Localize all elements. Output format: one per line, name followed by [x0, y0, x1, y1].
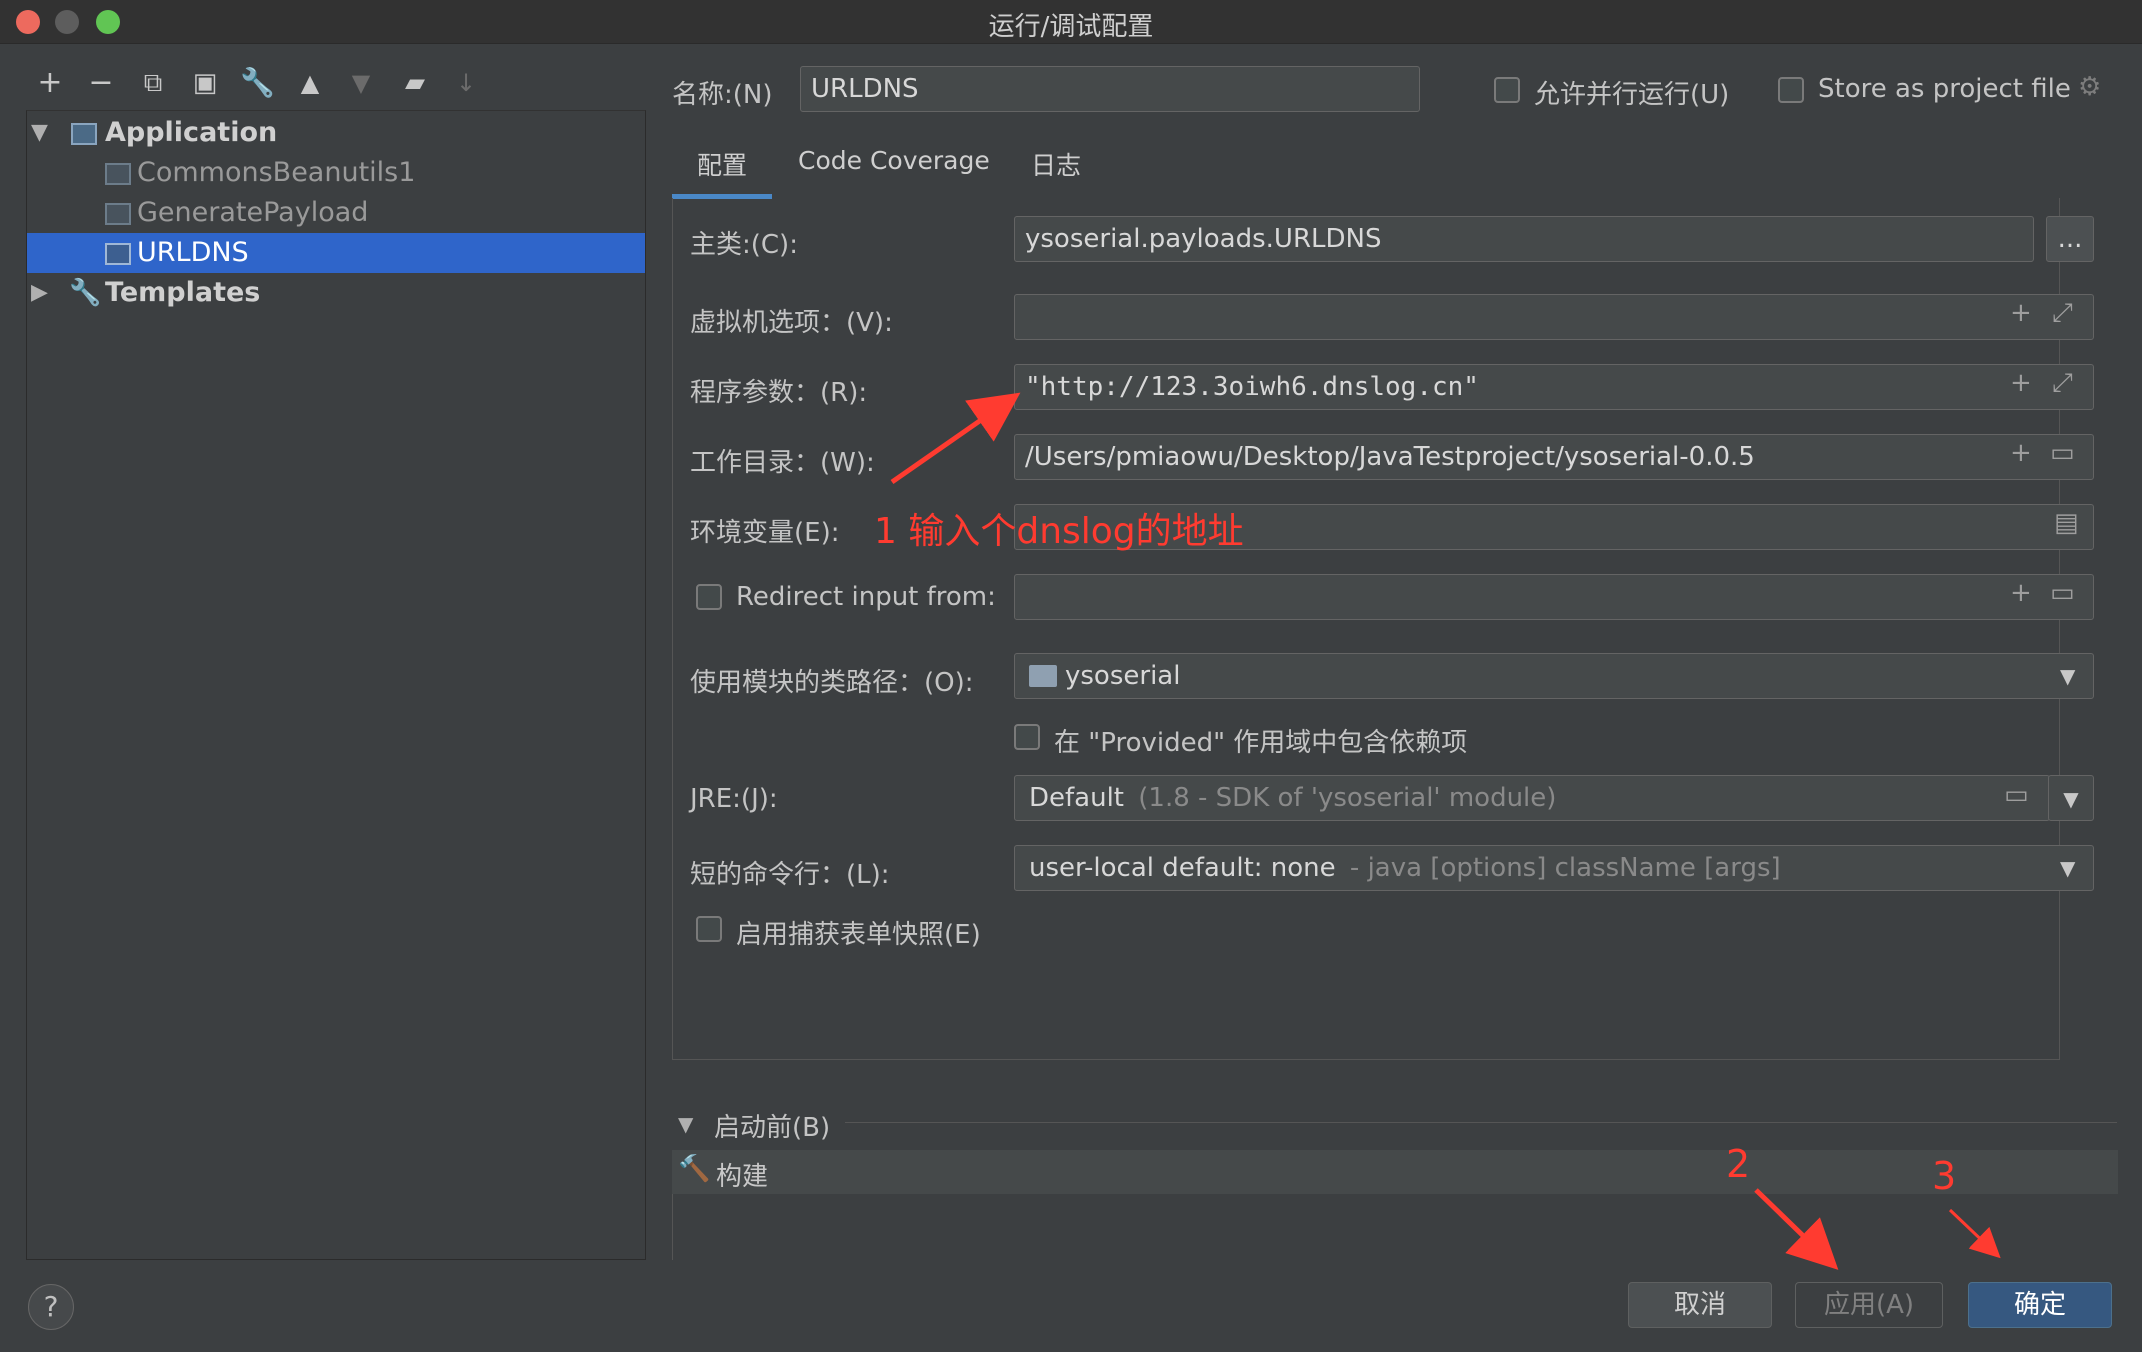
ok-button[interactable]: 确定 — [1968, 1282, 2112, 1328]
annotation-step2: 2 — [1726, 1142, 1751, 1186]
application-icon — [71, 123, 97, 145]
store-project-file-checkbox[interactable] — [1778, 77, 1804, 103]
parallel-run-label: 允许并行运行(U) — [1534, 80, 1730, 110]
vm-options-input[interactable] — [1014, 294, 2094, 340]
module-classpath-select[interactable]: ysoserial — [1014, 653, 2094, 699]
browse-main-class-button[interactable]: ... — [2046, 216, 2094, 262]
help-button[interactable]: ? — [28, 1284, 74, 1330]
add-icon[interactable]: + — [2010, 578, 2032, 608]
before-launch-item-build[interactable]: 🔨 构建 — [672, 1150, 2118, 1194]
wrench-icon: 🔧 — [69, 278, 102, 308]
expand-icon[interactable]: ⤢ — [2052, 298, 2073, 329]
working-dir-label: 工作目录：(W): — [690, 448, 875, 478]
add-icon[interactable]: + — [2010, 298, 2032, 328]
main-class-input[interactable]: ysoserial.payloads.URLDNS — [1014, 216, 2034, 262]
expand-icon[interactable]: ⤢ — [2052, 368, 2073, 399]
jre-dropdown-button[interactable]: ▼ — [2048, 775, 2094, 821]
program-args-input[interactable]: "http://123.3oiwh6.dnslog.cn" — [1014, 364, 2094, 410]
gear-icon[interactable]: ⚙ — [2078, 72, 2101, 102]
working-dir-input[interactable]: /Users/pmiaowu/Desktop/JavaTestproject/y… — [1014, 434, 2094, 480]
jre-hint: (1.8 - SDK of 'ysoserial' module) — [1138, 783, 1557, 813]
window-title: 运行/调试配置 — [988, 12, 1154, 42]
config-icon — [105, 243, 131, 265]
env-vars-label: 环境变量(E): — [690, 518, 840, 548]
tree-item-templates[interactable]: ▶ 🔧 Templates — [27, 273, 645, 313]
sort-icon[interactable]: ↓ — [449, 66, 483, 100]
module-classpath-value: ysoserial — [1065, 661, 1181, 691]
tree-item-application[interactable]: ▼ Application — [27, 113, 645, 153]
short-cmdline-value: user-local default: none — [1029, 853, 1336, 883]
name-input[interactable]: URLDNS — [800, 66, 1420, 112]
module-folder-icon — [1029, 665, 1057, 687]
tree-item-label: GeneratePayload — [137, 197, 369, 228]
config-icon — [105, 163, 131, 185]
expand-right-icon[interactable]: ▶ — [31, 273, 48, 313]
move-up-icon[interactable]: ▲ — [293, 66, 327, 100]
tree-item-label: Application — [105, 117, 278, 148]
parallel-run-checkbox[interactable] — [1494, 77, 1520, 103]
new-folder-icon[interactable]: ▰ — [398, 66, 432, 100]
redirect-input-label: Redirect input from: — [736, 582, 996, 612]
expand-down-icon[interactable]: ▼ — [31, 113, 48, 153]
move-down-icon[interactable]: ▼ — [344, 66, 378, 100]
wrench-icon[interactable]: 🔧 — [240, 66, 275, 100]
redirect-input-field[interactable] — [1014, 574, 2094, 620]
tree-item-label: URLDNS — [137, 237, 249, 268]
tree-item-label: CommonsBeanutils1 — [137, 157, 416, 188]
include-provided-checkbox[interactable] — [1014, 724, 1040, 750]
hammer-icon: 🔨 — [678, 1154, 711, 1184]
tab-config[interactable]: 配置 — [697, 146, 747, 182]
vm-options-label: 虚拟机选项：(V): — [690, 308, 893, 338]
tree-item-generatepayload[interactable]: GeneratePayload — [27, 193, 645, 233]
title-bar: 运行/调试配置 — [0, 0, 2142, 44]
tab-logs[interactable]: 日志 — [1031, 146, 1081, 182]
chevron-down-icon[interactable]: ▼ — [2060, 856, 2075, 880]
include-provided-label: 在 "Provided" 作用域中包含依赖项 — [1054, 728, 1468, 758]
folder-icon[interactable]: ▭ — [2050, 438, 2075, 468]
copy-icon[interactable]: ⧉ — [136, 66, 170, 100]
jre-input[interactable]: Default (1.8 - SDK of 'ysoserial' module… — [1014, 775, 2050, 821]
add-icon[interactable]: + — [2010, 438, 2032, 468]
name-label: 名称:(N) — [672, 80, 773, 110]
tree-item-commonsbeanutils1[interactable]: CommonsBeanutils1 — [27, 153, 645, 193]
program-args-label: 程序参数：(R): — [690, 378, 868, 408]
config-icon — [105, 203, 131, 225]
capture-snapshot-checkbox[interactable] — [696, 916, 722, 942]
document-icon[interactable]: ▤ — [2054, 508, 2079, 538]
jre-label: JRE:(J): — [690, 784, 778, 814]
capture-snapshot-label: 启用捕获表单快照(E) — [736, 920, 981, 950]
short-cmdline-hint: - java [options] className [args] — [1349, 853, 1781, 883]
redirect-input-checkbox[interactable] — [696, 584, 722, 610]
before-launch-label: 启动前(B) — [714, 1113, 831, 1143]
short-cmdline-label: 短的命令行：(L): — [690, 860, 890, 890]
tab-code-coverage[interactable]: Code Coverage — [798, 146, 990, 175]
before-launch-list — [672, 1194, 2118, 1260]
folder-icon[interactable]: ▭ — [2004, 780, 2029, 810]
module-classpath-label: 使用模块的类路径：(O): — [690, 668, 974, 698]
chevron-down-icon: ▼ — [2063, 787, 2079, 811]
cancel-button[interactable]: 取消 — [1628, 1282, 1772, 1328]
add-icon[interactable]: + — [2010, 368, 2032, 398]
tree-item-label: Templates — [105, 277, 261, 308]
collapse-down-icon[interactable]: ▼ — [678, 1112, 693, 1136]
add-icon[interactable]: + — [33, 66, 67, 100]
annotation-step1: 1 输入个dnslog的地址 — [874, 511, 1244, 552]
jre-value: Default — [1029, 783, 1124, 813]
build-label: 构建 — [716, 1162, 769, 1192]
before-launch-separator — [845, 1122, 2117, 1123]
main-class-label: 主类:(C): — [690, 230, 798, 260]
save-icon[interactable]: ▣ — [188, 66, 222, 100]
configuration-tree: ▼ Application CommonsBeanutils1 Generate… — [26, 110, 646, 1260]
annotation-step3: 3 — [1932, 1154, 1957, 1198]
chevron-down-icon[interactable]: ▼ — [2060, 664, 2075, 688]
remove-icon[interactable]: − — [84, 66, 118, 100]
tree-item-urldns[interactable]: URLDNS — [27, 233, 645, 273]
short-cmdline-select[interactable]: user-local default: none - java [options… — [1014, 845, 2094, 891]
store-project-file-label: Store as project file — [1818, 74, 2071, 104]
apply-button[interactable]: 应用(A) — [1795, 1282, 1943, 1328]
folder-icon[interactable]: ▭ — [2050, 578, 2075, 608]
